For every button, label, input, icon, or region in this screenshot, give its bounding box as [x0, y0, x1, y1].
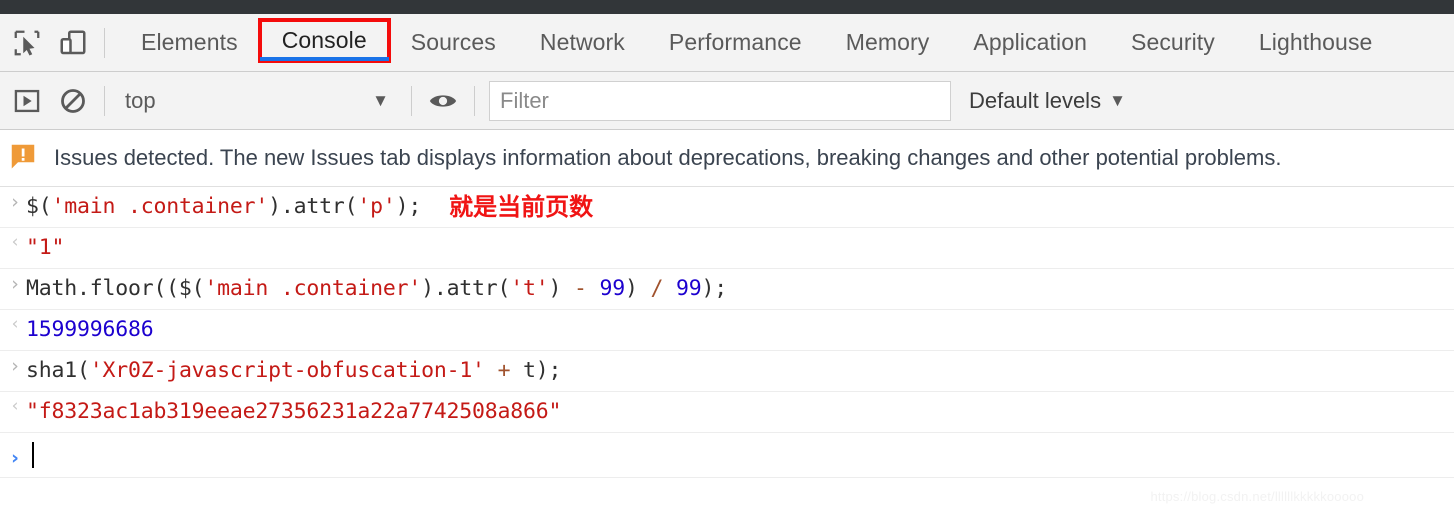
chevron-down-icon: ▼ [372, 91, 389, 110]
output-arrow-gutter: ‹ [4, 392, 26, 415]
browser-chrome-edge [0, 0, 1454, 14]
code-token: Math.floor(($( [26, 276, 205, 301]
tab-label: Lighthouse [1258, 29, 1373, 55]
console-output-row: ‹ "f8323ac1ab319eeae27356231a22a7742508a… [0, 392, 1454, 433]
chevron-down-icon: ▼ [1109, 91, 1126, 110]
code-token-string: 'p' [357, 194, 396, 219]
tab-label: Sources [410, 29, 496, 55]
log-levels-label: Default levels [969, 87, 1102, 113]
output-arrow-gutter: ‹ [4, 310, 26, 333]
execution-context-select[interactable]: top ▼ [113, 88, 403, 114]
console-input-code: sha1('Xr0Z-javascript-obfuscation-1' + t… [26, 351, 561, 391]
prompt-arrow-gutter: › [4, 443, 26, 468]
code-token-string: 'main .container' [204, 276, 422, 301]
inspect-element-icon[interactable] [4, 20, 50, 66]
devtools-tabs: Elements Console Sources Network Perform… [119, 14, 1394, 71]
input-arrow-gutter: › [4, 351, 26, 376]
console-output-value: "1" [26, 228, 64, 268]
code-token-number: 99 [676, 276, 702, 301]
chevron-right-icon: › [11, 191, 19, 213]
result-string: "1" [26, 235, 65, 260]
code-token: ).attr( [268, 194, 358, 219]
tab-label: Application [973, 29, 1087, 55]
code-token-operator: - [574, 276, 587, 301]
issues-banner[interactable]: Issues detected. The new Issues tab disp… [0, 130, 1454, 187]
issues-warning-icon [8, 141, 38, 176]
input-arrow-gutter: › [4, 187, 26, 212]
code-token-operator: + [497, 358, 511, 383]
console-output-row: ‹ 1599996686 [0, 310, 1454, 351]
console-toolbar-divider-1 [104, 85, 105, 116]
tab-network[interactable]: Network [518, 14, 647, 71]
console-prompt-row[interactable]: › [0, 433, 1454, 478]
chevron-right-icon: › [11, 446, 19, 469]
console-output-value: "f8323ac1ab319eeae27356231a22a7742508a86… [26, 392, 561, 432]
devtools-tab-bar: Elements Console Sources Network Perform… [0, 14, 1454, 72]
code-token-string: 't' [510, 276, 549, 301]
issues-banner-text: Issues detected. The new Issues tab disp… [54, 145, 1282, 170]
console-input-row[interactable]: › $('main .container').attr('p'); 就是当前页数 [0, 187, 1454, 228]
code-token-string: 'Xr0Z-javascript-obfuscation-1' [89, 358, 485, 383]
tab-memory[interactable]: Memory [824, 14, 952, 71]
chevron-left-icon: ‹ [11, 232, 19, 252]
chevron-left-icon: ‹ [11, 396, 19, 416]
tab-label: Console [281, 27, 367, 53]
log-levels-select[interactable]: Default levels ▼ [969, 88, 1126, 114]
code-token-number: 99 [599, 276, 626, 301]
filter-input[interactable] [489, 80, 951, 121]
device-toolbar-icon[interactable] [50, 20, 96, 66]
tab-label: Elements [141, 29, 238, 55]
tab-label: Performance [668, 29, 802, 55]
console-toolbar: top ▼ Default levels ▼ [0, 72, 1454, 130]
console-output-row: ‹ "1" [0, 228, 1454, 269]
text-cursor [32, 442, 34, 468]
result-number: 1599996686 [26, 317, 154, 342]
code-token: ); [395, 194, 422, 219]
code-token: t); [510, 358, 562, 383]
code-token: ) [625, 276, 651, 301]
tab-performance[interactable]: Performance [647, 14, 824, 71]
tab-console[interactable]: Console [257, 18, 391, 63]
show-console-sidebar-icon[interactable] [4, 78, 50, 124]
live-expression-eye-icon[interactable] [420, 78, 466, 124]
code-token-operator: / [650, 276, 664, 301]
clear-console-icon[interactable] [50, 78, 96, 124]
output-arrow-gutter: ‹ [4, 228, 26, 251]
console-message-list: › $('main .container').attr('p'); 就是当前页数… [0, 187, 1454, 478]
tab-lighthouse[interactable]: Lighthouse [1237, 14, 1395, 71]
tab-label: Network [539, 29, 625, 55]
code-token: $( [26, 194, 52, 219]
chevron-left-icon: ‹ [11, 314, 19, 334]
tab-label: Security [1131, 29, 1215, 55]
console-output-value: 1599996686 [26, 310, 154, 350]
execution-context-value: top [125, 87, 156, 113]
code-token-string: 'main .container' [51, 194, 269, 219]
console-toolbar-divider-3 [474, 85, 475, 116]
tab-security[interactable]: Security [1109, 14, 1237, 71]
code-token: ).attr( [421, 276, 511, 301]
console-toolbar-divider-2 [411, 85, 412, 116]
console-input-row[interactable]: › Math.floor(($('main .container').attr(… [0, 269, 1454, 310]
result-string: "f8323ac1ab319eeae27356231a22a7742508a86… [26, 399, 562, 424]
chevron-right-icon: › [11, 355, 19, 377]
red-annotation-text: 就是当前页数 [449, 193, 594, 221]
tab-elements[interactable]: Elements [119, 14, 260, 71]
tab-sources[interactable]: Sources [389, 14, 518, 71]
toolbar-divider [104, 27, 105, 58]
input-arrow-gutter: › [4, 269, 26, 294]
console-input-code: $('main .container').attr('p'); [26, 187, 421, 227]
tab-application[interactable]: Application [951, 14, 1109, 71]
code-token: sha1( [26, 358, 90, 383]
chevron-right-icon: › [11, 273, 19, 295]
watermark-text: https://blog.csdn.net/llllllkkkkkooooo [1150, 489, 1364, 504]
console-input-code: Math.floor(($('main .container').attr('t… [26, 269, 727, 309]
code-token: ); [701, 276, 728, 301]
tab-label: Memory [845, 29, 930, 55]
console-input-row[interactable]: › sha1('Xr0Z-javascript-obfuscation-1' +… [0, 351, 1454, 392]
code-token: ) [548, 276, 575, 301]
